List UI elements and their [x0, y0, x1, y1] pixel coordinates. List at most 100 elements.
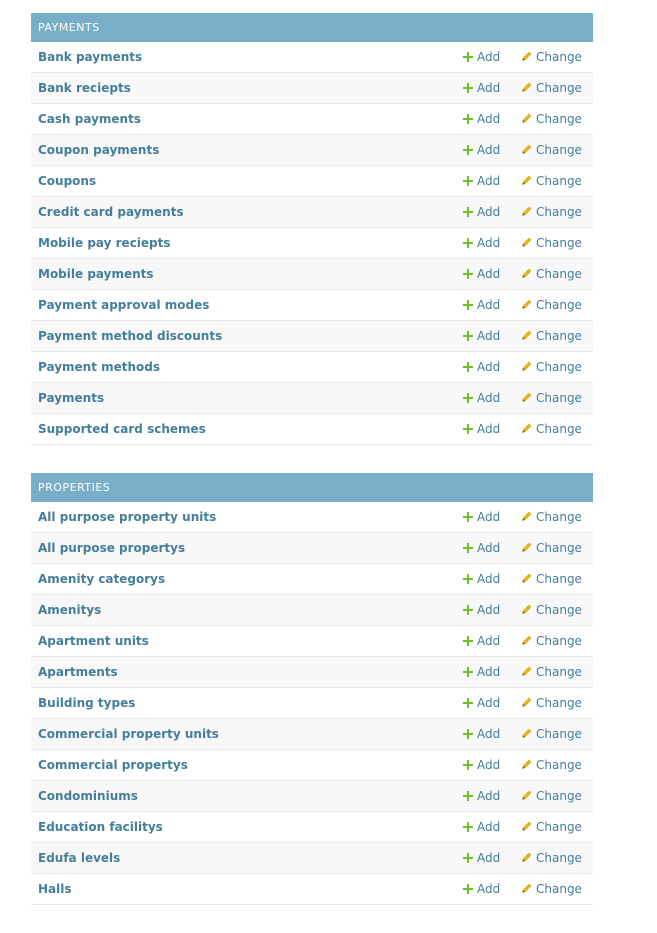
model-link[interactable]: Credit card payments: [38, 197, 184, 227]
model-link[interactable]: Cash payments: [38, 104, 141, 134]
add-label: Add: [477, 267, 501, 281]
add-link[interactable]: Add: [463, 595, 500, 625]
model-link[interactable]: Coupon payments: [38, 135, 159, 165]
pencil-icon: [522, 697, 532, 707]
model-link[interactable]: Amenitys: [38, 595, 101, 625]
add-link[interactable]: Add: [463, 719, 500, 749]
model-link[interactable]: Payment approval modes: [38, 290, 209, 320]
change-link[interactable]: Change: [521, 166, 582, 196]
add-link[interactable]: Add: [463, 502, 500, 532]
change-link[interactable]: Change: [521, 73, 582, 103]
change-link[interactable]: Change: [521, 228, 582, 258]
model-link[interactable]: Building types: [38, 688, 135, 718]
model-link[interactable]: Mobile pay reciepts: [38, 228, 171, 258]
change-label: Change: [536, 236, 582, 250]
change-link[interactable]: Change: [521, 104, 582, 134]
plus-icon: [463, 822, 473, 832]
change-link[interactable]: Change: [521, 595, 582, 625]
add-link[interactable]: Add: [463, 290, 500, 320]
model-link[interactable]: Payment methods: [38, 352, 160, 382]
model-row: Commercial propertys Add Change: [31, 750, 593, 781]
add-link[interactable]: Add: [463, 321, 500, 351]
plus-icon: [463, 83, 473, 93]
model-row: Bank reciepts Add Change: [31, 73, 593, 104]
add-link[interactable]: Add: [463, 42, 500, 72]
change-link[interactable]: Change: [521, 259, 582, 289]
change-link[interactable]: Change: [521, 290, 582, 320]
add-link[interactable]: Add: [463, 657, 500, 687]
add-link[interactable]: Add: [463, 383, 500, 413]
pencil-icon: [522, 852, 532, 862]
model-row: Amenity categorys Add Change: [31, 564, 593, 595]
change-link[interactable]: Change: [521, 657, 582, 687]
model-link[interactable]: Coupons: [38, 166, 96, 196]
change-link[interactable]: Change: [521, 414, 582, 444]
change-link[interactable]: Change: [521, 812, 582, 842]
add-link[interactable]: Add: [463, 781, 500, 811]
add-link[interactable]: Add: [463, 228, 500, 258]
change-label: Change: [536, 267, 582, 281]
add-label: Add: [477, 174, 501, 188]
add-link[interactable]: Add: [463, 843, 500, 873]
add-label: Add: [477, 851, 501, 865]
pencil-icon: [522, 511, 532, 521]
model-link[interactable]: Payment method discounts: [38, 321, 222, 351]
model-link[interactable]: Apartments: [38, 657, 118, 687]
model-link[interactable]: Education facilitys: [38, 812, 163, 842]
model-link[interactable]: Mobile payments: [38, 259, 154, 289]
change-link[interactable]: Change: [521, 383, 582, 413]
add-label: Add: [477, 727, 501, 741]
model-link[interactable]: Edufa levels: [38, 843, 120, 873]
model-link[interactable]: Apartment units: [38, 626, 149, 656]
model-link[interactable]: Bank reciepts: [38, 73, 131, 103]
change-link[interactable]: Change: [521, 197, 582, 227]
add-link[interactable]: Add: [463, 73, 500, 103]
module-caption[interactable]: PAYMENTS: [31, 13, 593, 42]
plus-icon: [463, 760, 473, 770]
model-row: Mobile payments Add Change: [31, 259, 593, 290]
pencil-icon: [522, 299, 532, 309]
change-link[interactable]: Change: [521, 135, 582, 165]
model-row: Payment method discounts Add Change: [31, 321, 593, 352]
change-link[interactable]: Change: [521, 719, 582, 749]
plus-icon: [463, 207, 473, 217]
change-link[interactable]: Change: [521, 843, 582, 873]
add-link[interactable]: Add: [463, 812, 500, 842]
add-link[interactable]: Add: [463, 166, 500, 196]
model-link[interactable]: Amenity categorys: [38, 564, 165, 594]
model-row: Mobile pay reciepts Add Change: [31, 228, 593, 259]
change-link[interactable]: Change: [521, 352, 582, 382]
model-link[interactable]: Condominiums: [38, 781, 138, 811]
add-link[interactable]: Add: [463, 626, 500, 656]
change-link[interactable]: Change: [521, 626, 582, 656]
model-row: Building types Add Change: [31, 688, 593, 719]
model-link[interactable]: Commercial property units: [38, 719, 219, 749]
add-link[interactable]: Add: [463, 197, 500, 227]
model-link[interactable]: All purpose property units: [38, 502, 216, 532]
model-link[interactable]: All purpose propertys: [38, 533, 185, 563]
change-link[interactable]: Change: [521, 750, 582, 780]
add-label: Add: [477, 696, 501, 710]
change-link[interactable]: Change: [521, 502, 582, 532]
model-link[interactable]: Commercial propertys: [38, 750, 188, 780]
model-link[interactable]: Supported card schemes: [38, 414, 206, 444]
model-link[interactable]: Payments: [38, 383, 104, 413]
add-link[interactable]: Add: [463, 688, 500, 718]
add-link[interactable]: Add: [463, 750, 500, 780]
add-link[interactable]: Add: [463, 259, 500, 289]
add-link[interactable]: Add: [463, 414, 500, 444]
add-link[interactable]: Add: [463, 564, 500, 594]
change-link[interactable]: Change: [521, 564, 582, 594]
module-caption[interactable]: PROPERTIES: [31, 473, 593, 502]
change-link[interactable]: Change: [521, 533, 582, 563]
add-link[interactable]: Add: [463, 104, 500, 134]
change-link[interactable]: Change: [521, 42, 582, 72]
add-link[interactable]: Add: [463, 533, 500, 563]
add-link[interactable]: Add: [463, 352, 500, 382]
change-link[interactable]: Change: [521, 321, 582, 351]
pencil-icon: [522, 759, 532, 769]
add-link[interactable]: Add: [463, 135, 500, 165]
model-link[interactable]: Bank payments: [38, 42, 142, 72]
change-link[interactable]: Change: [521, 781, 582, 811]
change-link[interactable]: Change: [521, 688, 582, 718]
